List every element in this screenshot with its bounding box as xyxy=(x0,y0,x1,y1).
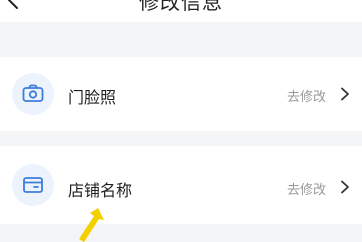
storefront-card-icon xyxy=(23,177,43,193)
screen: 修改信息 门脸照 去修改 店铺名称 去修改 xyxy=(0,0,362,242)
pointer-arrow-icon xyxy=(79,208,104,242)
edit-link[interactable]: 去修改 xyxy=(287,86,326,105)
edit-link[interactable]: 去修改 xyxy=(287,179,326,198)
camera-icon xyxy=(22,84,44,102)
page-title: 修改信息 xyxy=(139,0,223,14)
icon-circle xyxy=(12,164,54,206)
item-label: 店铺名称 xyxy=(68,181,133,200)
chevron-right-icon[interactable] xyxy=(338,87,352,101)
list-item-storefront-photo[interactable]: 门脸照 去修改 xyxy=(0,57,362,131)
item-label: 门脸照 xyxy=(68,88,117,107)
icon-circle xyxy=(12,73,54,115)
list-item-store-name[interactable]: 店铺名称 去修改 xyxy=(0,146,362,224)
top-nav-bar: 修改信息 xyxy=(0,0,362,22)
chevron-right-icon[interactable] xyxy=(338,180,352,194)
